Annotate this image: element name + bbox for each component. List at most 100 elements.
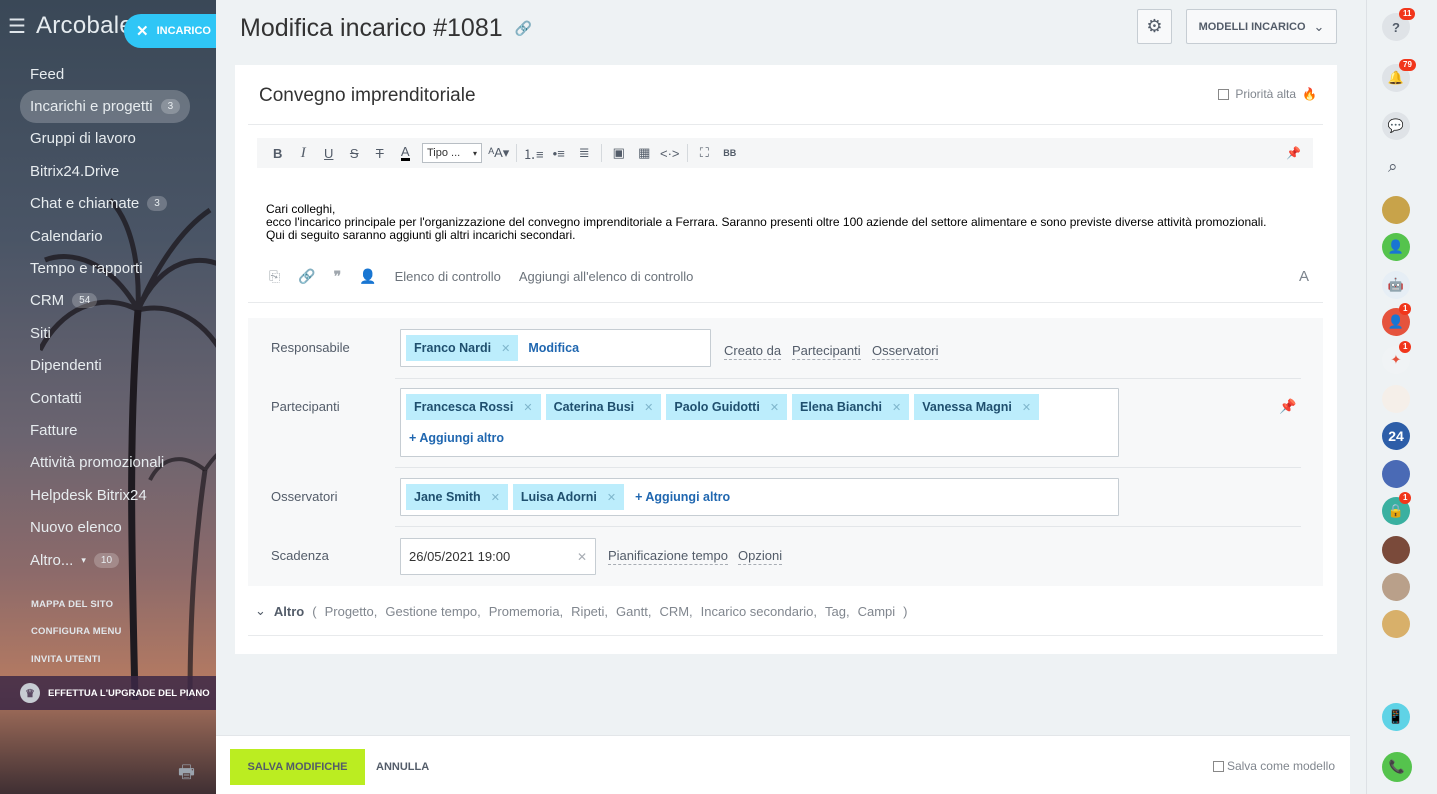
- new-task-button[interactable]: ✕ INCARICO: [124, 14, 216, 48]
- avatar[interactable]: [1382, 610, 1410, 638]
- more-item[interactable]: Gestione tempo,: [385, 604, 480, 619]
- insert-link-icon[interactable]: 🔗: [298, 268, 315, 285]
- bitrix24-icon[interactable]: 24: [1382, 422, 1410, 450]
- sidebar-item-feed[interactable]: Feed: [20, 58, 210, 90]
- sidebar-item-tasks[interactable]: Incarichi e progetti 3: [20, 90, 190, 123]
- observers-field[interactable]: Jane Smith ✕ Luisa Adorni ✕ + Aggiungi alt…: [400, 478, 1119, 516]
- link-icon[interactable]: 🔗: [515, 20, 532, 37]
- participants-field[interactable]: Francesca Rossi ✕ Caterina Busi ✕ Paolo Gu…: [400, 388, 1119, 457]
- add-observer-link[interactable]: + Aggiungi altro: [635, 490, 730, 504]
- lock-icon[interactable]: 🔒 1: [1382, 492, 1412, 525]
- pin-icon[interactable]: 📌: [1279, 398, 1296, 415]
- insert-image-button[interactable]: ▣: [606, 141, 632, 165]
- phone-icon[interactable]: 📱: [1382, 703, 1410, 731]
- more-fields-row[interactable]: ⌄ Altro ( Progetto, Gestione tempo, Prom…: [255, 603, 908, 619]
- avatar[interactable]: [1382, 536, 1410, 564]
- more-item[interactable]: CRM,: [659, 604, 692, 619]
- high-priority-toggle[interactable]: Priorità alta 🔥: [1218, 87, 1317, 101]
- more-item[interactable]: Incarico secondario,: [701, 604, 817, 619]
- created-by-link[interactable]: Creato da: [724, 343, 782, 360]
- save-changes-button[interactable]: SALVA MODIFICHE: [230, 749, 365, 785]
- remove-icon[interactable]: ✕: [607, 491, 616, 504]
- printer-icon[interactable]: 🖶: [178, 760, 195, 790]
- text-color-button[interactable]: A: [393, 141, 419, 165]
- sidebar-item-chat[interactable]: Chat e chiamate 3: [20, 188, 210, 220]
- clear-icon[interactable]: ✕: [577, 550, 587, 564]
- remove-icon[interactable]: ✕: [770, 401, 779, 414]
- participants-link[interactable]: Partecipanti: [792, 343, 861, 360]
- sidebar-item-time-reports[interactable]: Tempo e rapporti: [20, 252, 210, 284]
- bot-avatar-icon[interactable]: 🤖: [1382, 271, 1410, 299]
- avatar[interactable]: [1382, 573, 1410, 601]
- menu-icon[interactable]: ☰: [8, 14, 26, 39]
- sidebar-item-calendar[interactable]: Calendario: [20, 220, 210, 252]
- invite-users-link[interactable]: INVITA UTENTI: [31, 654, 101, 665]
- modify-responsible-link[interactable]: Modifica: [528, 341, 579, 355]
- responsible-field[interactable]: Franco Nardi ✕ Modifica: [400, 329, 711, 367]
- sidebar-item-invoices[interactable]: Fatture: [20, 414, 210, 446]
- search-icon[interactable]: ⌕: [1388, 157, 1398, 177]
- avatar[interactable]: [1382, 385, 1410, 413]
- user-avatar-icon[interactable]: 👤 1: [1382, 303, 1412, 336]
- attach-file-icon[interactable]: ⎘: [269, 268, 280, 285]
- save-as-template-checkbox[interactable]: [1212, 760, 1224, 772]
- configure-menu-link[interactable]: CONFIGURA MENU: [31, 626, 122, 637]
- group-avatar-icon[interactable]: ✦ 1: [1382, 341, 1412, 374]
- high-priority-checkbox[interactable]: [1218, 88, 1230, 100]
- call-icon[interactable]: 📞: [1382, 752, 1412, 782]
- bulleted-list-button[interactable]: •≡: [546, 141, 572, 165]
- sidebar-item-drive[interactable]: Bitrix24.Drive: [20, 155, 210, 187]
- more-item[interactable]: Ripeti,: [571, 604, 608, 619]
- sidebar-item-crm[interactable]: CRM 54: [20, 285, 210, 317]
- logo[interactable]: ☰ Arcobale: [8, 12, 133, 40]
- options-link[interactable]: Opzioni: [738, 548, 783, 565]
- sidebar-item-more[interactable]: Altro... ▾ 10: [20, 544, 210, 576]
- more-item[interactable]: Gantt,: [616, 604, 651, 619]
- upgrade-plan-button[interactable]: ♛ EFFETTUA L'UPGRADE DEL PIANO: [0, 676, 216, 710]
- notifications-button[interactable]: 🔔 79: [1382, 59, 1416, 92]
- sidebar-item-helpdesk[interactable]: Helpdesk Bitrix24: [20, 479, 210, 511]
- deadline-input[interactable]: 26/05/2021 19:00 ✕: [400, 538, 596, 575]
- help-button[interactable]: ? 11: [1382, 8, 1416, 41]
- pin-toolbar-icon[interactable]: 📌: [1286, 146, 1301, 160]
- italic-button[interactable]: I: [291, 141, 317, 165]
- chat-button[interactable]: 💬: [1382, 112, 1410, 140]
- cancel-button[interactable]: ANNULLA: [376, 749, 429, 785]
- bbcode-button[interactable]: BB: [717, 141, 743, 165]
- insert-table-button[interactable]: ▦: [632, 141, 658, 165]
- checklist-link[interactable]: Elenco di controllo: [395, 269, 501, 284]
- font-size-button[interactable]: ᴬA▾: [486, 141, 512, 165]
- sitemap-link[interactable]: MAPPA DEL SITO: [31, 599, 113, 610]
- sidebar-item-promotions[interactable]: Attività promozionali: [20, 447, 210, 479]
- sidebar-item-sites[interactable]: Siti: [20, 317, 210, 349]
- task-title-input[interactable]: Convegno imprenditoriale: [259, 85, 476, 107]
- sidebar-item-contacts[interactable]: Contatti: [20, 382, 210, 414]
- remove-icon[interactable]: ✕: [1022, 401, 1031, 414]
- add-participant-link[interactable]: + Aggiungi altro: [409, 431, 1118, 445]
- fullscreen-button[interactable]: ⛶: [692, 141, 718, 165]
- sidebar-item-employees[interactable]: Dipendenti: [20, 350, 210, 382]
- add-to-checklist-link[interactable]: Aggiungi all'elenco di controllo: [519, 269, 693, 284]
- text-format-button[interactable]: A: [1299, 268, 1309, 285]
- avatar[interactable]: [1382, 196, 1410, 224]
- more-item[interactable]: Tag,: [825, 604, 850, 619]
- sidebar-item-workgroups[interactable]: Gruppi di lavoro: [20, 123, 210, 155]
- bold-button[interactable]: B: [265, 141, 291, 165]
- quote-icon[interactable]: ❞: [334, 268, 342, 285]
- remove-icon[interactable]: ✕: [523, 401, 532, 414]
- insert-code-button[interactable]: <·>: [657, 141, 683, 165]
- remove-icon[interactable]: ✕: [491, 491, 500, 504]
- font-style-select[interactable]: Tipo ... ▾: [422, 143, 482, 163]
- task-description-editor[interactable]: Cari colleghi, ecco l'incarico principal…: [266, 203, 1266, 242]
- mention-user-icon[interactable]: 👤: [359, 268, 376, 285]
- more-item[interactable]: Progetto,: [325, 604, 378, 619]
- remove-icon[interactable]: ✕: [892, 401, 901, 414]
- observers-link[interactable]: Osservatori: [872, 343, 939, 360]
- clear-format-button[interactable]: T: [367, 141, 393, 165]
- sidebar-item-new-list[interactable]: Nuovo elenco: [20, 511, 210, 543]
- task-templates-dropdown[interactable]: MODELLI INCARICO ⌄: [1186, 9, 1337, 44]
- user-avatar-icon[interactable]: 👤: [1382, 233, 1410, 261]
- avatar[interactable]: [1382, 460, 1410, 488]
- settings-button[interactable]: ⚙: [1137, 9, 1172, 44]
- time-planning-link[interactable]: Pianificazione tempo: [608, 548, 728, 565]
